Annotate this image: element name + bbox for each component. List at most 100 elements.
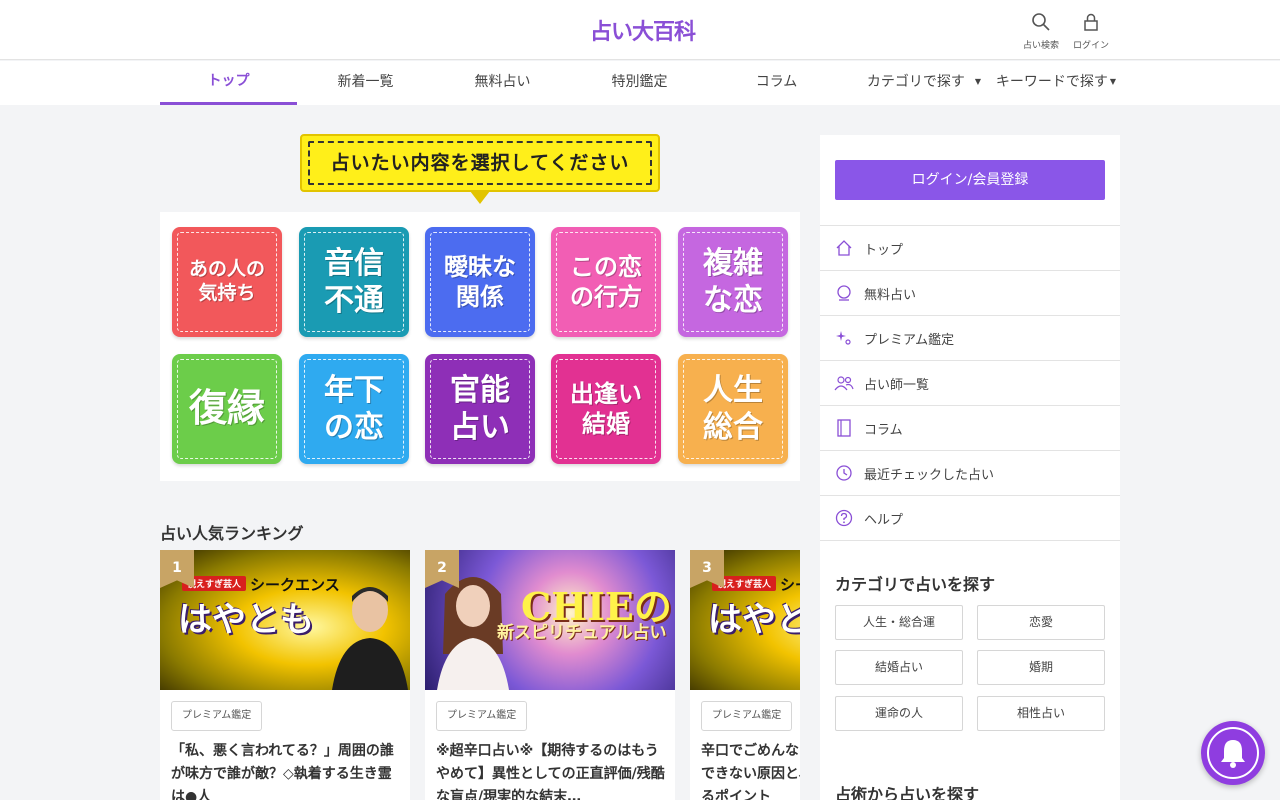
- category-button[interactable]: 恋愛: [977, 605, 1105, 640]
- category-button[interactable]: 人生・総合運: [835, 605, 963, 640]
- sidebar-item-free[interactable]: 無料占い: [820, 271, 1120, 316]
- category-tile-label: この恋 の行方: [570, 253, 642, 311]
- sidebar-item-label: ヘルプ: [864, 512, 904, 528]
- nav-keyword-dropdown[interactable]: キーワードで探す ▼: [992, 61, 1120, 105]
- logo-text: 占い大百科: [590, 19, 696, 45]
- header-login-button[interactable]: ログイン: [1068, 12, 1114, 51]
- category-tile-label: 複雑 な恋: [703, 245, 763, 319]
- search-icon: [1032, 13, 1050, 31]
- site-header: 占い大百科 占い検索 ログイン: [0, 0, 1280, 60]
- person-figure: [332, 587, 408, 690]
- category-tile[interactable]: 官能 占い: [425, 354, 535, 464]
- sidebar-item-column[interactable]: コラム: [820, 406, 1120, 451]
- category-search-heading: カテゴリで占いを探す: [835, 575, 996, 594]
- rank-badge: 1: [160, 550, 194, 588]
- category-tile[interactable]: あの人の 気持ち: [172, 227, 282, 337]
- card-title[interactable]: 辛口でごめんなさい。あなたが結婚できない原因と、運命の人を見分けるポイント: [701, 740, 800, 800]
- header-search-button[interactable]: 占い検索: [1018, 12, 1064, 51]
- category-tile[interactable]: 曖昧な 関係: [425, 227, 535, 337]
- home-icon: [834, 238, 854, 258]
- category-tile-label: 年下 の恋: [324, 372, 384, 446]
- category-tile[interactable]: 年下 の恋: [299, 354, 409, 464]
- thumbnail-caption: はやとも: [178, 600, 314, 640]
- rank-badge: 3: [690, 550, 724, 588]
- card-tag: プレミアム鑑定: [701, 701, 793, 731]
- card-tag: プレミアム鑑定: [436, 701, 528, 731]
- search-label: 占い検索: [1022, 41, 1059, 51]
- card-tag: プレミアム鑑定: [171, 701, 263, 731]
- history-icon: [834, 463, 854, 483]
- banner-arrow: [470, 191, 490, 204]
- category-grid: あの人の 気持ち 音信 不通 曖昧な 関係 この恋 の行方 複雑 な恋復縁 年下 の恋 官能…: [160, 212, 800, 481]
- sidebar-item-label: トップ: [864, 242, 904, 258]
- ranking-card[interactable]: 1 視えすぎ芸人 シークエンス はやとも プレミアム鑑定 「私、悪く言われてる？…: [160, 550, 410, 800]
- select-banner: 占いたい内容を選択してください: [300, 134, 660, 206]
- book-icon: [834, 418, 854, 438]
- method-search-heading: 占術から占いを探す: [835, 785, 980, 800]
- category-tile[interactable]: 複雑 な恋: [678, 227, 788, 337]
- card-title[interactable]: ※超辛口占い※【期待するのはもうやめて】異性としての正直評価/残酷な盲点/現実的…: [436, 740, 666, 800]
- category-button[interactable]: 運命の人: [835, 696, 963, 731]
- sidebar-item-help[interactable]: ヘルプ: [820, 496, 1120, 541]
- ranking-carousel: 1 視えすぎ芸人 シークエンス はやとも プレミアム鑑定 「私、悪く言われてる？…: [160, 550, 800, 800]
- thumbnail-subtitle: 新スピリチュアル占い: [497, 623, 667, 643]
- sidebar-menu: トップ 無料占い プレミアム鑑定 占い師一覧 コラム 最近チェックした占い ヘル…: [820, 225, 1120, 541]
- notification-bell-button[interactable]: [1201, 721, 1265, 785]
- ranking-card[interactable]: 3 視えすぎ芸人 シークエンス はやとも プレミアム鑑定 辛口でごめんなさい。あ…: [690, 550, 800, 800]
- category-tile-label: 曖昧な 関係: [444, 253, 516, 311]
- banner-dashed-frame: 占いたい内容を選択してください: [308, 141, 652, 185]
- sparkle-icon: [834, 328, 854, 348]
- ranking-title: 占い人気ランキング: [160, 524, 304, 543]
- category-button[interactable]: 結婚占い: [835, 650, 963, 685]
- site-logo[interactable]: 占い大百科: [588, 12, 696, 48]
- sidebar-item-label: 占い師一覧: [864, 377, 930, 393]
- help-icon: [834, 508, 854, 528]
- category-tile-label: 音信 不通: [324, 245, 384, 319]
- category-tile-label: 官能 占い: [450, 372, 510, 446]
- sidebar-item-recent[interactable]: 最近チェックした占い: [820, 451, 1120, 496]
- nav-category-label: カテゴリで探す: [866, 74, 965, 90]
- banner-box: 占いたい内容を選択してください: [300, 134, 660, 192]
- category-tile-label: あの人の 気持ち: [188, 258, 265, 304]
- people-icon: [834, 373, 854, 393]
- category-button[interactable]: 婚期: [977, 650, 1105, 685]
- banner-text: 占いたい内容を選択してください: [330, 152, 630, 174]
- bell-icon: [1221, 740, 1245, 768]
- ranking-card[interactable]: 2 CHIEの 新スピリチュアル占い プレミアム鑑定 ※超辛口占い※【期待するの…: [425, 550, 675, 800]
- caret-down-icon: ▼: [1109, 77, 1117, 86]
- sidebar-item-label: 無料占い: [864, 287, 917, 303]
- category-tile[interactable]: 出逢い 結婚: [551, 354, 661, 464]
- main-nav: トップ 新着一覧 無料占い 特別鑑定 コラム カテゴリで探す ▼ キーワードで探す…: [0, 61, 1280, 105]
- sidebar-item-label: プレミアム鑑定: [864, 332, 955, 348]
- category-tile-label: 出逢い 結婚: [570, 380, 642, 438]
- card-thumbnail: 2 CHIEの 新スピリチュアル占い: [425, 550, 675, 690]
- sidebar-item-premium[interactable]: プレミアム鑑定: [820, 316, 1120, 361]
- nav-column[interactable]: コラム: [708, 61, 845, 105]
- sidebar-item-fortune-tellers[interactable]: 占い師一覧: [820, 361, 1120, 406]
- category-tile-label: 人生 総合: [703, 372, 763, 446]
- card-thumbnail: 3 視えすぎ芸人 シークエンス はやとも: [690, 550, 800, 690]
- nav-top[interactable]: トップ: [160, 61, 297, 105]
- sidebar-item-label: 最近チェックした占い: [864, 467, 995, 483]
- nav-special[interactable]: 特別鑑定: [571, 61, 708, 105]
- sidebar-item-label: コラム: [864, 422, 903, 438]
- category-tile[interactable]: 音信 不通: [299, 227, 409, 337]
- lock-icon: [1084, 13, 1098, 31]
- sidebar-item-top[interactable]: トップ: [820, 226, 1120, 271]
- caret-down-icon: ▼: [974, 77, 982, 86]
- category-tile[interactable]: 人生 総合: [678, 354, 788, 464]
- sidebar: ログイン/会員登録 トップ 無料占い プレミアム鑑定 占い師一覧 コラム 最近チ…: [820, 135, 1120, 800]
- category-button[interactable]: 相性占い: [977, 696, 1105, 731]
- category-tile-label: 復縁: [188, 386, 265, 431]
- nav-free[interactable]: 無料占い: [434, 61, 571, 105]
- card-title[interactable]: 「私、悪く言われてる？」周囲の誰が味方で誰が敵？◇執着する生き霊は●人: [171, 740, 401, 800]
- card-thumbnail: 1 視えすぎ芸人 シークエンス はやとも: [160, 550, 410, 690]
- login-register-button[interactable]: ログイン/会員登録: [835, 160, 1105, 200]
- category-tile[interactable]: この恋 の行方: [551, 227, 661, 337]
- category-tile[interactable]: 復縁: [172, 354, 282, 464]
- nav-keyword-label: キーワードで探す: [995, 74, 1108, 90]
- crystal-ball-icon: [834, 283, 854, 303]
- nav-category-dropdown[interactable]: カテゴリで探す ▼: [858, 61, 990, 105]
- nav-new[interactable]: 新着一覧: [297, 61, 434, 105]
- login-label: ログイン: [1072, 41, 1109, 51]
